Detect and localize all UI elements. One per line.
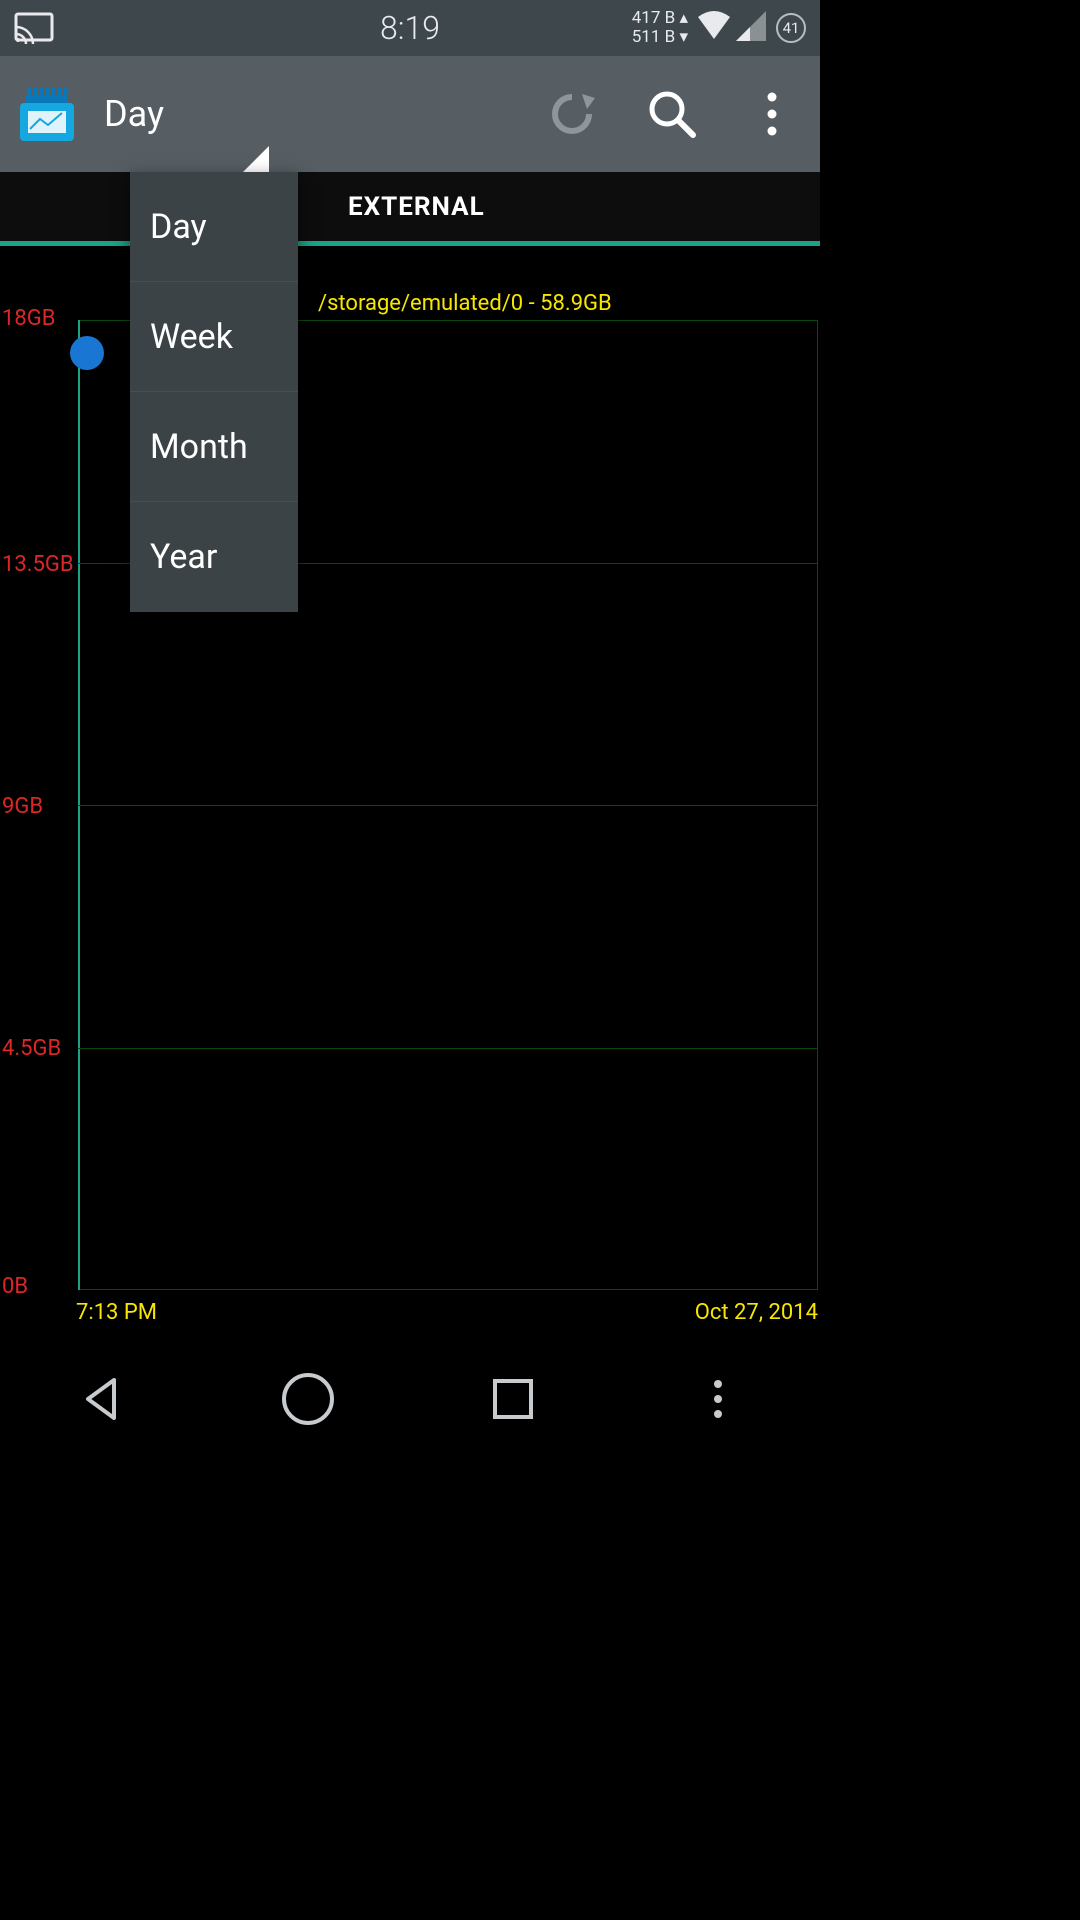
action-bar	[544, 86, 800, 142]
dropdown-item-day[interactable]: Day	[130, 172, 298, 282]
app-icon	[20, 87, 74, 141]
grid-line	[78, 1048, 818, 1049]
status-bar: 8:19 417 B ▴ 511 B ▾ 41	[0, 0, 820, 56]
tab-external[interactable]: EXTERNAL	[348, 192, 485, 222]
y-tick-label: 13.5GB	[2, 552, 74, 577]
battery-badge: 41	[776, 13, 806, 43]
y-tick-label: 18GB	[2, 306, 55, 331]
y-tick-label: 4.5GB	[2, 1036, 61, 1061]
system-nav-bar	[0, 1342, 820, 1456]
wifi-icon	[696, 11, 732, 46]
search-button[interactable]	[644, 86, 700, 142]
period-dropdown: Day Week Month Year	[130, 172, 298, 612]
spinner-selected-label: Day	[104, 93, 164, 135]
cell-icon	[736, 11, 766, 46]
home-button[interactable]	[279, 1370, 337, 1428]
spinner-indicator-icon	[243, 146, 269, 172]
chart-title: /storage/emulated/0 - 58.9GB	[318, 291, 612, 316]
y-tick-label: 9GB	[2, 794, 43, 819]
y-tick-label: 0B	[2, 1274, 28, 1299]
x-axis-end: Oct 27, 2014	[695, 1300, 818, 1325]
dropdown-item-year[interactable]: Year	[130, 502, 298, 612]
x-axis-start: 7:13 PM	[76, 1300, 157, 1325]
app-bar: Day	[0, 56, 820, 172]
refresh-button[interactable]	[544, 86, 600, 142]
status-right: 417 B ▴ 511 B ▾ 41	[632, 9, 806, 46]
tab-bar: EXTERNAL	[0, 172, 820, 246]
status-time: 8:19	[380, 9, 440, 47]
nav-menu-button[interactable]	[689, 1370, 747, 1428]
grid-line	[78, 805, 818, 806]
cast-icon	[14, 12, 54, 44]
back-button[interactable]	[74, 1370, 132, 1428]
network-speed: 417 B ▴ 511 B ▾	[632, 9, 688, 46]
data-point	[70, 336, 104, 370]
overflow-menu-button[interactable]	[744, 86, 800, 142]
dropdown-item-week[interactable]: Week	[130, 282, 298, 392]
chart-area: /storage/emulated/0 - 58.9GB 18GB 13.5GB…	[0, 246, 820, 1342]
recents-button[interactable]	[484, 1370, 542, 1428]
dropdown-item-month[interactable]: Month	[130, 392, 298, 502]
period-spinner[interactable]: Day	[104, 56, 269, 172]
